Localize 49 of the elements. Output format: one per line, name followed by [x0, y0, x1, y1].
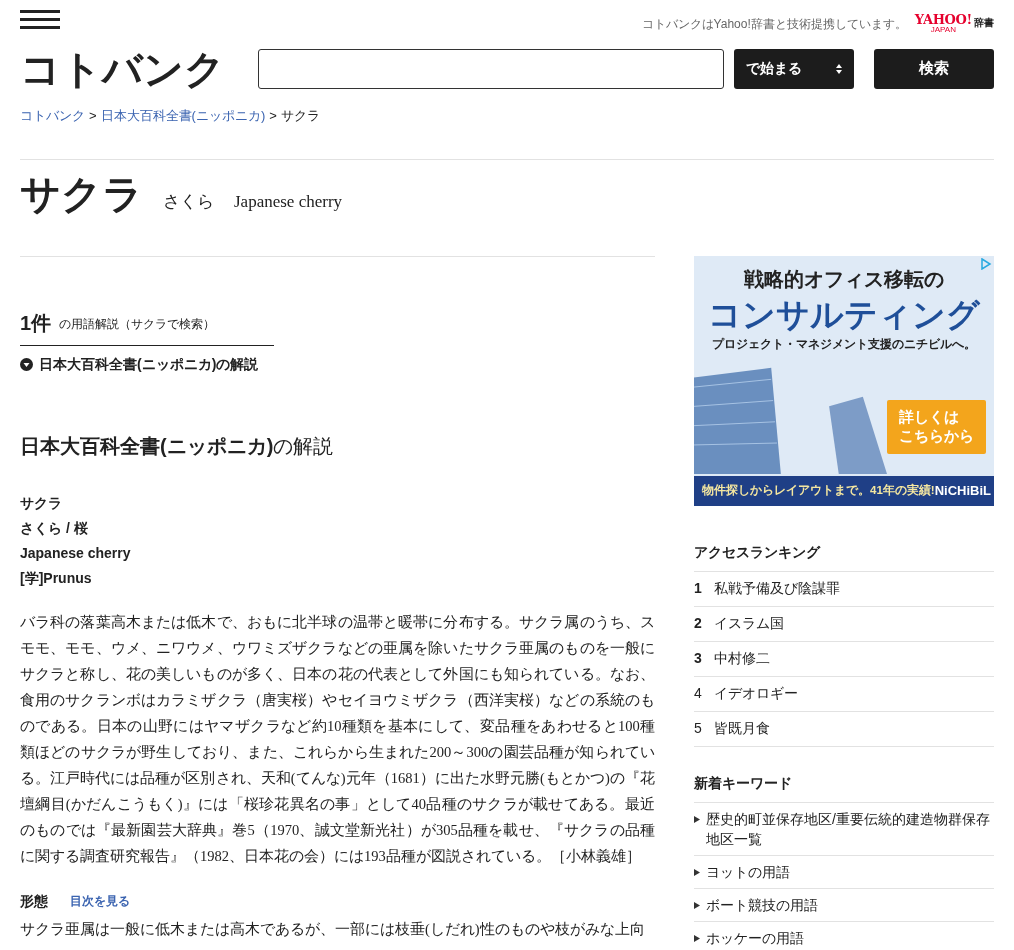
result-count: 1件: [20, 312, 52, 333]
section-title: 形態: [20, 891, 48, 911]
result-summary: の用語解説（サクラで検索）: [59, 315, 216, 333]
ad-headline: 戦略的オフィス移転の: [743, 266, 945, 292]
dictionary-jump-link[interactable]: 日本大百科全書(ニッポニカ)の解説: [20, 353, 655, 375]
headword: [学]Prunus: [20, 568, 93, 588]
ranking-item[interactable]: 1 私戦予備及び陰謀罪: [694, 571, 994, 607]
search-button[interactable]: 検索: [874, 48, 994, 89]
caret-icon: [694, 901, 700, 909]
keyword-link[interactable]: 歴史的町並保存地区/重要伝統的建造物群保存地区一覧: [706, 808, 994, 849]
entry-title: サクラ: [20, 174, 143, 215]
ranking-item[interactable]: 2 イスラム国: [694, 606, 994, 642]
keyword-link[interactable]: ホッケーの用語: [706, 927, 804, 948]
caret-icon: [694, 934, 700, 942]
entry-english: Japanese cherry: [234, 191, 343, 213]
new-keywords-title: 新着キーワード: [694, 772, 994, 803]
menu-icon[interactable]: [20, 10, 60, 29]
ad-subline: プロジェクト・マネジメント支援のニチビルへ。: [711, 335, 977, 353]
headword: さくら / 桜: [20, 518, 89, 538]
breadcrumb-current: サクラ: [280, 107, 320, 125]
ad-footer-text: 物件探しからレイアウトまで。41年の実績!: [702, 482, 935, 498]
article-paragraph: バラ科の落葉高木または低木で、おもに北半球の温帯と暖帯に分布する。サクラ属のうち、スモモ、モモ、ウメ、ニワウメ、ウワミズザクラなどの亜属を除いたサクラ亜属のものを一般にサクラと称し、花の美しいものが多く、日本の花の代表として外国にも知られている。なお、食用のサクランボはカラミザクラ（唐実桜）やセイヨウミザクラ（西洋実桜）などの系統のものである。日本の山野にはヤマザクラなど約10種類を基本にして、変品種をあわせると100種類ほどのサクラが野生しており、また、これらから生まれた200～300の園芸品種が知られている。江戸時代には品種が区別され、天和(てんな)元年（1681）に出た水野元勝(もとかつ)の『花壇綱目(かだんこうもく)』には「桜珍花異名の事」として40品種のサクラが載せてある。最近のものでは『最新園芸大辞典』巻5（1970、誠文堂新光社）が305品種を載せ、『サクラの品種に関する調査研究報告』（1982、日本花の会）には193品種が図説されている。［小林義雄］: [20, 612, 655, 866]
ad-headline: コンサルティング: [707, 294, 981, 335]
article-heading: 日本大百科全書(ニッポニカ)の解説: [20, 433, 335, 459]
down-circle-icon: [20, 357, 33, 371]
ranking-item[interactable]: 4 イデオロギー: [694, 676, 994, 712]
search-field[interactable]: [258, 48, 724, 89]
headword: サクラ: [20, 493, 63, 513]
keyword-link[interactable]: ヨットの用語: [706, 861, 790, 882]
entry-reading: さくら: [163, 191, 214, 213]
breadcrumb-link[interactable]: コトバンク: [20, 106, 85, 126]
yahoo-logo[interactable]: YAHOO! JAPAN 辞書: [914, 13, 994, 34]
caret-icon: [694, 815, 700, 823]
updown-icon: [836, 62, 842, 75]
article-paragraph: サクラ亜属は一般に低木または高木であるが、一部には枝垂(しだれ)性のものや枝がみな上向: [20, 919, 646, 939]
site-logo[interactable]: コトバンク: [20, 48, 258, 89]
breadcrumb-separator: >: [269, 107, 277, 125]
keyword-link[interactable]: ボート競技の用語: [706, 894, 818, 915]
ad-brand-logo: NiCHiBiL: [934, 481, 991, 500]
caret-icon: [694, 868, 700, 876]
ranking-title: アクセスランキング: [694, 541, 994, 572]
search-mode-select[interactable]: で始まる: [734, 48, 854, 89]
toc-link[interactable]: 目次を見る: [70, 892, 130, 910]
breadcrumb-link[interactable]: 日本大百科全書(ニッポニカ): [100, 106, 266, 126]
ranking-item[interactable]: 3 中村修二: [694, 641, 994, 677]
breadcrumb-separator: >: [89, 107, 97, 125]
partner-note: コトバンクはYahoo!辞書と技術提携しています。: [641, 15, 907, 33]
headword: Japanese cherry: [20, 543, 132, 563]
ranking-item[interactable]: 5 皆既月食: [694, 711, 994, 747]
